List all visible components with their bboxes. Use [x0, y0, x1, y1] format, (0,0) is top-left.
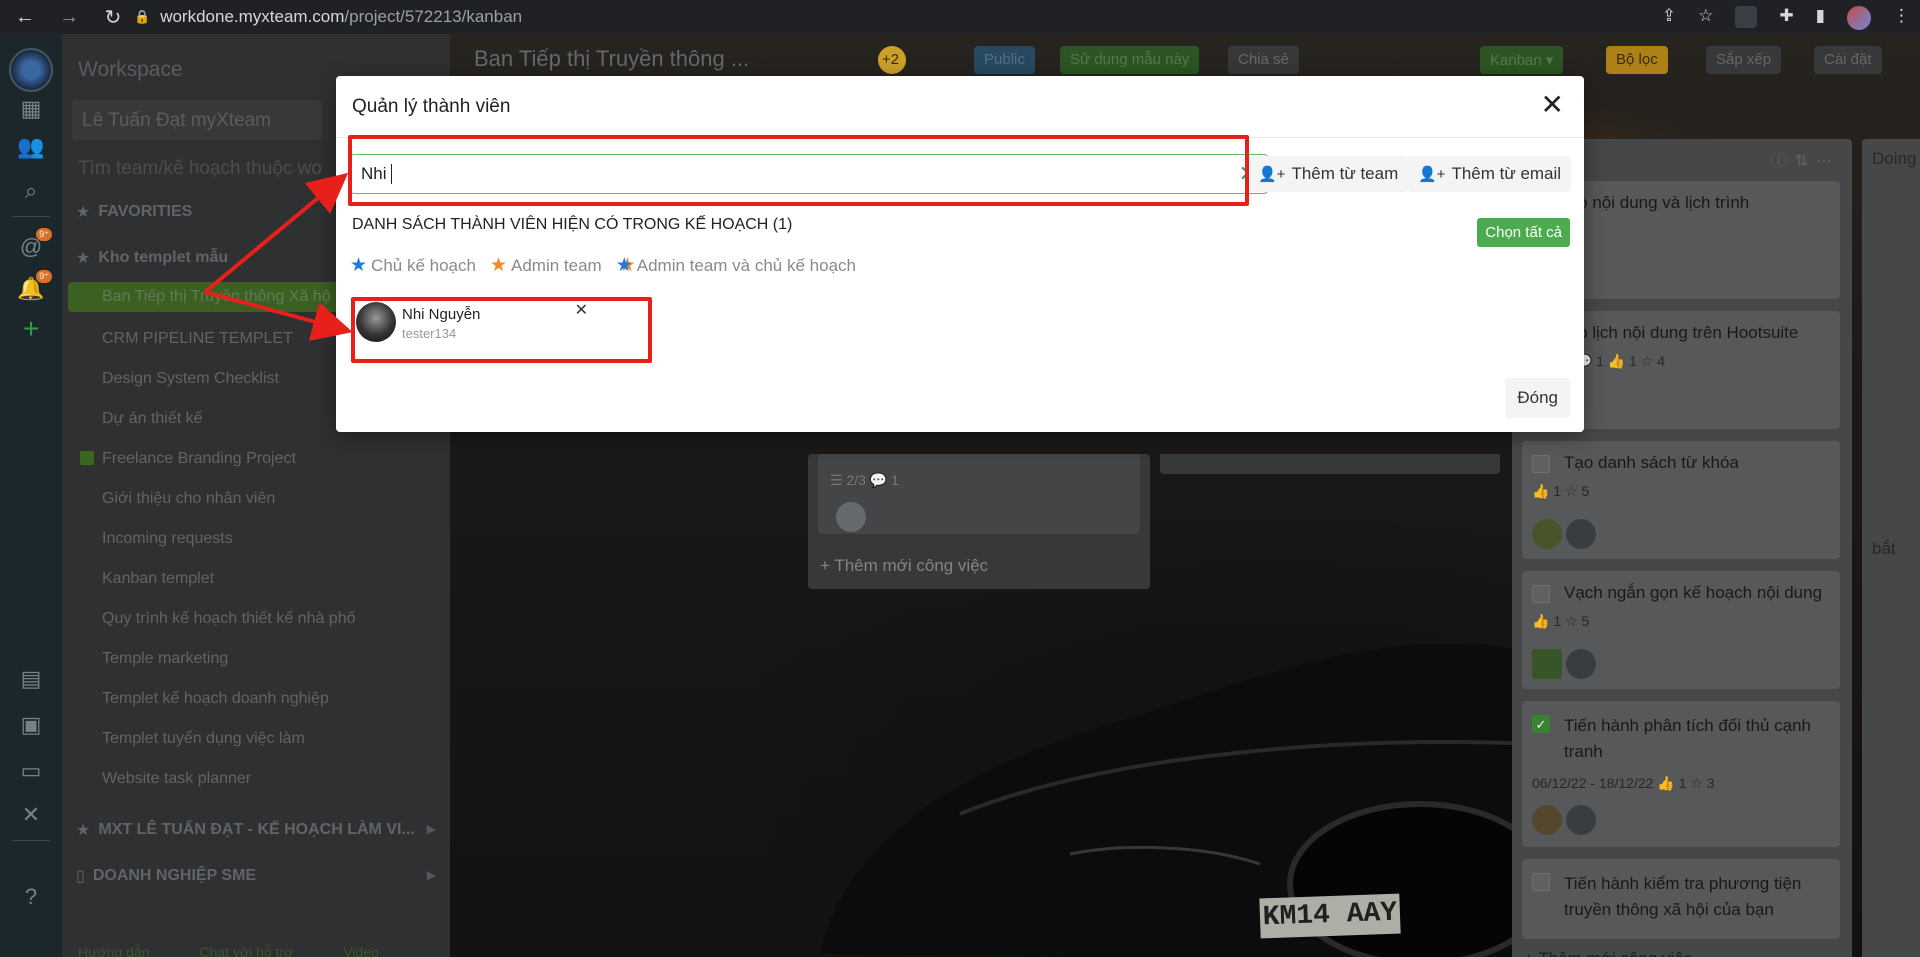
- role-legend: ★ Chủ kế hoạch ★ Admin team ★ Admin team và…: [350, 254, 856, 277]
- orange-star-icon: ★: [489, 255, 507, 276]
- add-user-icon: 👤+: [1258, 166, 1286, 183]
- puzzle-icon[interactable]: ✚: [1779, 6, 1793, 30]
- add-from-team-button[interactable]: 👤+ Thêm từ team: [1248, 156, 1409, 192]
- select-all-button[interactable]: Chọn tất cả: [1477, 218, 1570, 247]
- close-button[interactable]: Đóng: [1505, 378, 1570, 418]
- url-path: /project/572213/kanban: [344, 7, 523, 26]
- add-from-email-label: Thêm từ email: [1451, 164, 1562, 183]
- add-from-team-label: Thêm từ team: [1291, 164, 1399, 183]
- annotation-box-member: [351, 297, 652, 363]
- add-from-email-button[interactable]: 👤+ Thêm từ email: [1408, 156, 1572, 192]
- member-management-modal: Quản lý thành viên ✕ Nhi ✕ 👤+Thêm từ tea…: [336, 76, 1584, 432]
- close-icon[interactable]: ✕: [1541, 90, 1564, 120]
- modal-header: Quản lý thành viên ✕: [336, 76, 1584, 138]
- forward-icon[interactable]: →: [54, 6, 84, 29]
- share-page-icon[interactable]: ⇪: [1662, 6, 1676, 30]
- reload-icon[interactable]: ↻: [98, 5, 128, 30]
- blue-star-icon: ★: [350, 255, 368, 276]
- modal-title: Quản lý thành viên: [352, 96, 511, 117]
- profile-avatar[interactable]: [1847, 6, 1871, 30]
- lock-icon: 🔒: [134, 9, 151, 24]
- add-user-icon: 👤+: [1418, 166, 1446, 183]
- annotation-box-search: [348, 135, 1249, 206]
- legend-label: Chủ kế hoạch: [371, 256, 476, 275]
- sidepanel-icon[interactable]: ▮: [1816, 6, 1825, 30]
- legend-label: Admin team: [511, 256, 602, 275]
- legend-team-admin: ★ Admin team: [490, 254, 602, 277]
- legend-plan-owner: ★ Chủ kế hoạch: [350, 254, 476, 277]
- legend-admin-and-owner: ★ Admin team và chủ kế hoạch: [616, 254, 856, 277]
- browser-chrome: ← → ↻ 🔒 workdone.myxteam.com/project/572…: [0, 0, 1920, 34]
- back-icon[interactable]: ←: [10, 6, 40, 29]
- extension-icon[interactable]: [1735, 6, 1758, 28]
- bookmark-star-icon[interactable]: ☆: [1698, 6, 1713, 30]
- member-list-title: DANH SÁCH THÀNH VIÊN HIỆN CÓ TRONG KẾ HO…: [352, 216, 793, 233]
- kebab-menu-icon[interactable]: ⋮: [1893, 6, 1910, 30]
- address-bar[interactable]: 🔒 workdone.myxteam.com/project/572213/ka…: [134, 4, 1734, 30]
- mixed-star-icon: ★: [615, 255, 633, 276]
- legend-label: Admin team và chủ kế hoạch: [636, 256, 856, 275]
- url-host: workdone.myxteam.com: [160, 7, 345, 26]
- browser-actions: ⇪ ☆ ✚ ▮ ⋮: [1662, 6, 1910, 30]
